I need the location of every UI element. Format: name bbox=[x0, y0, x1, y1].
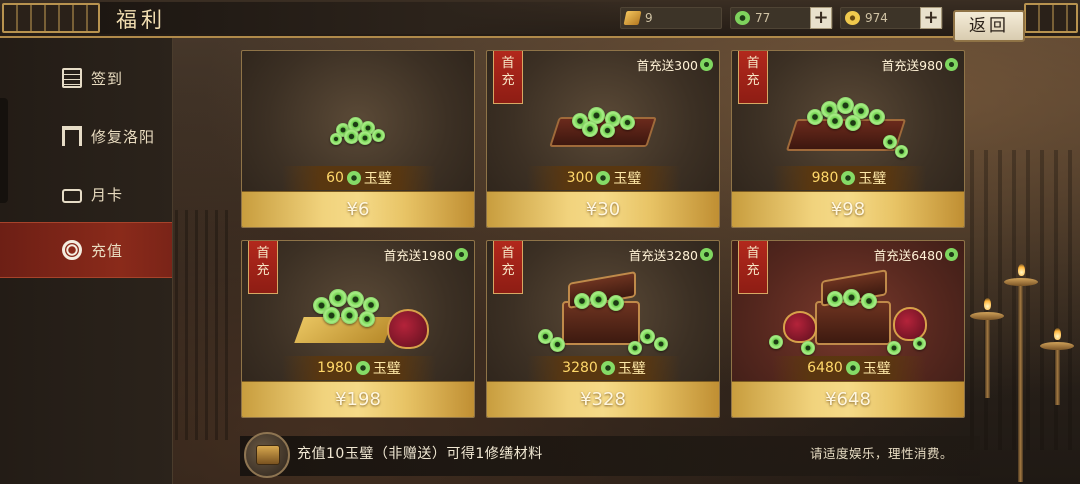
sidebar-item-label: 签到 bbox=[91, 69, 124, 88]
add-gold-button[interactable]: + bbox=[920, 7, 942, 29]
first-recharge-tag: 首充 bbox=[248, 241, 278, 294]
jade-chest-art bbox=[528, 271, 678, 355]
monthly-card-icon bbox=[62, 189, 82, 203]
recharge-reward-info: 充值10玉璧（非赠送）可得1修缮材料 bbox=[297, 446, 543, 462]
corner-ornament bbox=[1024, 3, 1078, 33]
first-recharge-tag: 首充 bbox=[738, 51, 768, 104]
jade-icon bbox=[845, 361, 860, 375]
first-recharge-bonus: 首充送1980 bbox=[384, 245, 468, 264]
first-recharge-tag: 首充 bbox=[493, 241, 523, 294]
first-recharge-bonus: 首充送300 bbox=[637, 55, 713, 74]
sidebar-item-monthly-card[interactable]: 月卡 bbox=[0, 166, 172, 222]
jade-tray-art bbox=[783, 81, 913, 161]
corner-ornament bbox=[2, 3, 100, 33]
sidebar: 签到 修复洛阳 月卡 充值 bbox=[0, 38, 173, 484]
ticket-icon bbox=[623, 11, 642, 25]
sidebar-item-label: 月卡 bbox=[91, 185, 124, 204]
jade-icon bbox=[600, 361, 615, 375]
jade-icon bbox=[700, 248, 713, 261]
jade-icon bbox=[346, 171, 361, 185]
price-button[interactable]: ¥30 bbox=[487, 191, 719, 227]
background-lattice bbox=[175, 210, 235, 440]
price-button[interactable]: ¥6 bbox=[242, 191, 474, 227]
ticket-count: 9 bbox=[645, 11, 653, 25]
price-button[interactable]: ¥98 bbox=[732, 191, 964, 227]
back-button[interactable]: 返回 bbox=[953, 10, 1025, 42]
jade-icon bbox=[945, 248, 958, 261]
jade-tray-art bbox=[548, 81, 658, 155]
sidebar-item-label: 修复洛阳 bbox=[91, 127, 156, 146]
product-card-60[interactable]: 60 玉璧 ¥6 bbox=[241, 50, 475, 228]
jade-pouch-art bbox=[283, 271, 433, 353]
first-recharge-bonus: 首充送6480 bbox=[874, 245, 958, 264]
jade-amount: 60 玉璧 bbox=[282, 166, 436, 190]
jade-icon bbox=[841, 171, 856, 185]
first-recharge-tag: 首充 bbox=[493, 51, 523, 104]
gold-coin-icon bbox=[845, 11, 860, 25]
price-button[interactable]: ¥648 bbox=[732, 381, 964, 417]
product-card-1980[interactable]: 首充 首充送1980 1980 玉璧 ¥198 bbox=[241, 240, 475, 418]
top-bar: 福利 9 77 + 974 + bbox=[0, 0, 1080, 38]
sidebar-item-label: 充值 bbox=[91, 241, 124, 260]
product-card-6480[interactable]: 首充 首充送6480 6480 玉璧 ¥648 bbox=[731, 240, 965, 418]
product-card-300[interactable]: 首充 首充送300 300 玉璧 ¥30 bbox=[486, 50, 720, 228]
sidebar-item-repair-luoyang[interactable]: 修复洛阳 bbox=[0, 108, 172, 164]
jade-icon bbox=[455, 248, 468, 261]
jade-count: 77 bbox=[755, 11, 771, 25]
jade-treasure-art bbox=[763, 269, 933, 355]
gold-count: 974 bbox=[865, 11, 888, 25]
jade-icon bbox=[735, 11, 750, 25]
jade-amount: 6480 玉璧 bbox=[772, 356, 926, 380]
product-card-980[interactable]: 首充 首充送980 980 玉璧 ¥98 bbox=[731, 50, 965, 228]
sign-in-icon bbox=[62, 68, 82, 88]
repair-material-icon bbox=[244, 432, 290, 478]
recharge-icon bbox=[62, 240, 82, 260]
price-button[interactable]: ¥198 bbox=[242, 381, 474, 417]
add-jade-button[interactable]: + bbox=[810, 7, 832, 29]
jade-resource: 77 + bbox=[730, 7, 833, 29]
jade-amount: 980 玉璧 bbox=[772, 166, 926, 190]
product-card-3280[interactable]: 首充 首充送3280 3280 玉璧 ¥328 bbox=[486, 240, 720, 418]
price-button[interactable]: ¥328 bbox=[487, 381, 719, 417]
jade-amount: 300 玉璧 bbox=[527, 166, 681, 190]
first-recharge-bonus: 首充送3280 bbox=[629, 245, 713, 264]
jade-icon bbox=[700, 58, 713, 71]
jade-amount: 3280 玉璧 bbox=[527, 356, 681, 380]
gold-resource: 974 + bbox=[840, 7, 943, 29]
gate-icon bbox=[62, 126, 82, 146]
jade-icon bbox=[355, 361, 370, 375]
page-title: 福利 bbox=[116, 8, 166, 32]
ticket-resource: 9 bbox=[620, 7, 722, 29]
moderation-notice: 请适度娱乐，理性消费。 bbox=[810, 446, 954, 461]
first-recharge-bonus: 首充送980 bbox=[882, 55, 958, 74]
jade-icon bbox=[945, 58, 958, 71]
sidebar-item-recharge[interactable]: 充值 bbox=[0, 222, 172, 278]
jade-icon bbox=[596, 171, 611, 185]
sidebar-item-sign-in[interactable]: 签到 bbox=[0, 50, 172, 106]
jade-pile-art bbox=[328, 81, 388, 149]
title-plate bbox=[100, 2, 660, 34]
jade-amount: 1980 玉璧 bbox=[282, 356, 436, 380]
